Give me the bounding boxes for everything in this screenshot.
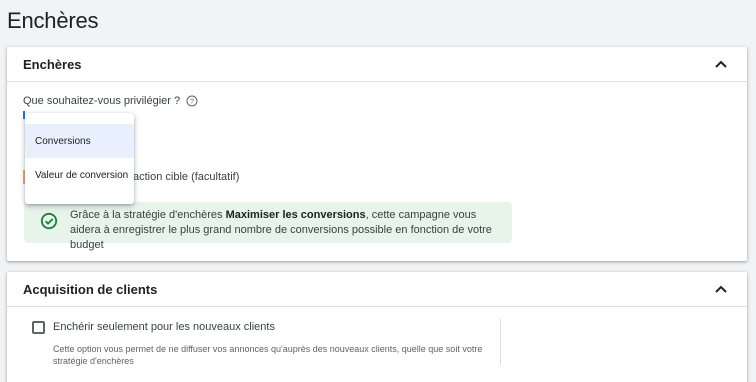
bidding-question: Que souhaitez-vous privilégier ? ?	[23, 95, 198, 107]
acquisition-card-title: Acquisition de clients	[23, 282, 158, 297]
dropdown-option-conversion-value[interactable]: Valeur de conversion	[25, 158, 134, 192]
chevron-up-icon[interactable]	[713, 56, 729, 72]
chevron-up-icon[interactable]	[713, 281, 729, 297]
acquisition-card-header[interactable]: Acquisition de clients	[7, 272, 747, 307]
bidding-card-header[interactable]: Enchères	[7, 47, 747, 82]
page-title: Enchères	[7, 8, 99, 33]
priority-dropdown-menu: Conversions Valeur de conversion	[25, 113, 134, 204]
help-icon[interactable]: ?	[186, 95, 198, 107]
new-customers-description: Cette option vous permet de ne diffuser …	[53, 344, 483, 366]
strategy-info-box: Grâce à la stratégie d'enchères Maximise…	[24, 202, 512, 251]
bidding-question-label: Que souhaitez-vous privilégier ?	[23, 95, 181, 107]
strategy-name: Maximiser les conversions	[225, 209, 366, 221]
bidding-card-title: Enchères	[23, 57, 82, 72]
strategy-info-text: Grâce à la stratégie d'enchères Maximise…	[70, 209, 492, 251]
target-action-label: action cible (facultatif)	[133, 171, 240, 183]
section-divider	[500, 319, 501, 365]
dropdown-option-conversions[interactable]: Conversions	[25, 124, 134, 158]
new-customers-checkbox[interactable]	[32, 321, 45, 334]
customer-acquisition-card: Acquisition de clients Enchérir seulemen…	[7, 272, 747, 382]
check-circle-icon	[40, 212, 58, 230]
svg-text:?: ?	[190, 97, 194, 106]
new-customers-label[interactable]: Enchérir seulement pour les nouveaux cli…	[53, 321, 275, 333]
